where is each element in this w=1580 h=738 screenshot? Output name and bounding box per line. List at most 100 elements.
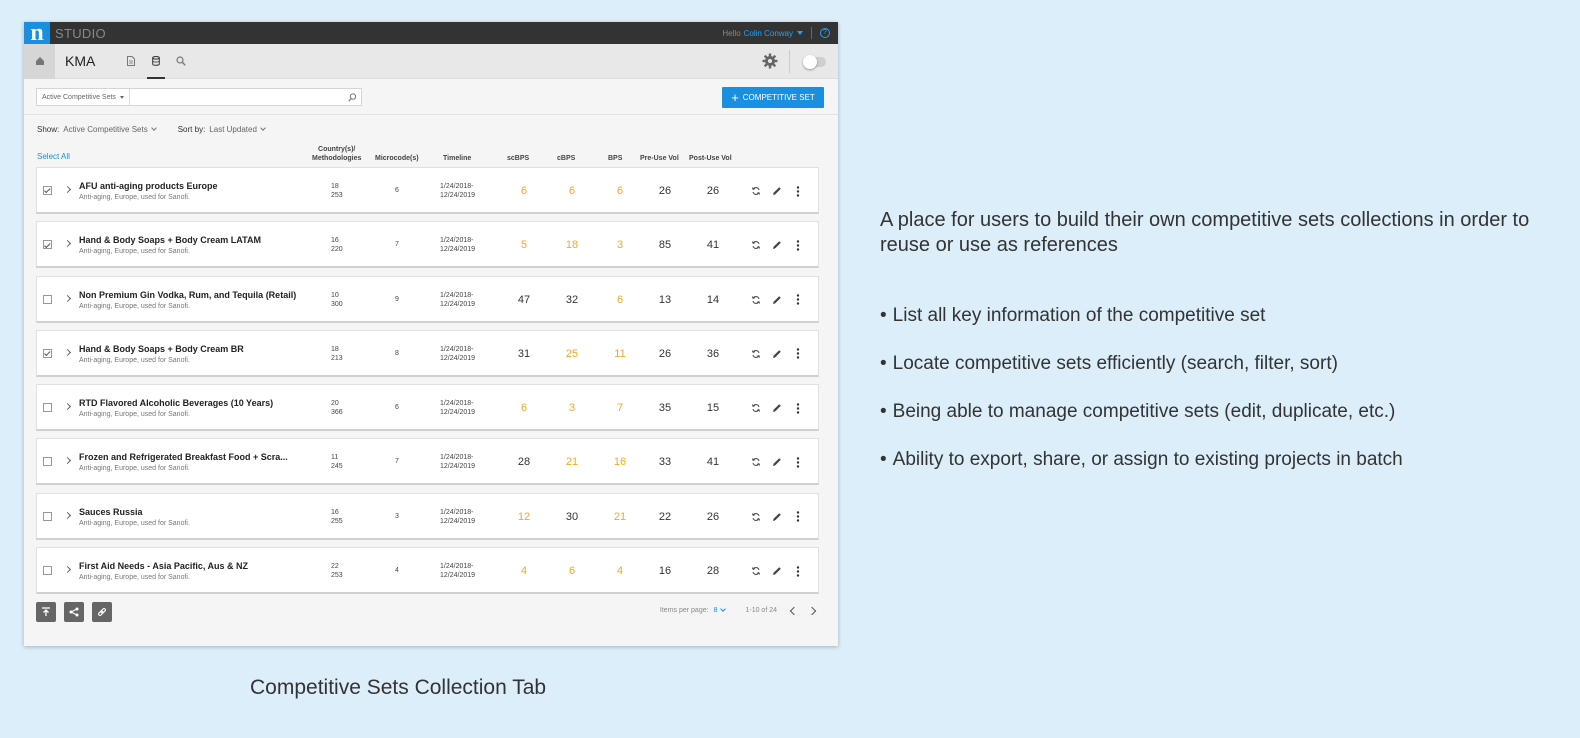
expand-chevron-icon[interactable]: [63, 294, 72, 302]
expand-chevron-icon[interactable]: [63, 403, 72, 411]
col-microcode[interactable]: Microcode(s): [375, 154, 419, 163]
timeline-start: 1/24/2018-: [440, 563, 474, 571]
set-name[interactable]: Sauces Russia: [79, 507, 305, 517]
export-button[interactable]: [36, 602, 56, 622]
tab-documents[interactable]: [120, 44, 142, 79]
row-checkbox[interactable]: [43, 511, 52, 521]
select-all-link[interactable]: Select All: [37, 152, 70, 161]
timeline-cell: 1/24/2018- 12/24/2019: [440, 345, 475, 363]
duplicate-button[interactable]: [749, 293, 763, 307]
edit-button[interactable]: [770, 564, 784, 578]
tab-database[interactable]: [145, 44, 167, 79]
methodology-count: 213: [331, 354, 343, 362]
col-post-use-vol[interactable]: Post-Use Vol: [689, 154, 732, 163]
checkmark-icon: [44, 241, 51, 248]
duplicate-button[interactable]: [749, 347, 763, 361]
view-toggle[interactable]: [803, 55, 826, 69]
sort-dropdown[interactable]: Last Updated: [209, 125, 266, 134]
expand-chevron-icon[interactable]: [63, 457, 72, 465]
duplicate-button[interactable]: [749, 238, 763, 252]
chevron-down-icon: [150, 125, 157, 131]
duplicate-icon: [751, 241, 761, 250]
scbps-cell: 6: [520, 185, 528, 197]
edit-button[interactable]: [770, 184, 784, 198]
user-area: Hello Colin Conway ?: [722, 22, 830, 44]
edit-button[interactable]: [770, 455, 784, 469]
edit-button[interactable]: [770, 238, 784, 252]
duplicate-button[interactable]: [749, 564, 763, 578]
expand-chevron-icon[interactable]: [63, 511, 72, 519]
table-row[interactable]: AFU anti-aging products Europe Anti-aging…: [36, 167, 819, 214]
settings-button[interactable]: [762, 53, 778, 74]
more-button[interactable]: [791, 564, 805, 578]
expand-chevron-icon[interactable]: [63, 348, 72, 356]
country-count: 16: [331, 237, 339, 245]
table-row[interactable]: Frozen and Refrigerated Breakfast Food +…: [36, 438, 819, 486]
more-button[interactable]: [791, 293, 805, 307]
user-menu[interactable]: Colin Conway: [744, 29, 793, 38]
more-button[interactable]: [791, 455, 805, 469]
previous-page-button[interactable]: [789, 606, 799, 615]
table-row[interactable]: Non Premium Gin Vodka, Rum, and Tequila …: [36, 275, 819, 323]
row-checkbox[interactable]: [43, 186, 52, 195]
expand-chevron-icon[interactable]: [63, 566, 72, 574]
row-checkbox[interactable]: [43, 348, 52, 358]
table-row[interactable]: Hand & Body Soaps + Body Cream BR Anti-ag…: [36, 329, 819, 377]
col-bps[interactable]: BPS: [608, 154, 622, 163]
more-button[interactable]: [791, 510, 805, 524]
nav-divider: [789, 50, 790, 73]
pre-cell: 26: [658, 347, 672, 360]
set-name[interactable]: Frozen and Refrigerated Breakfast Food +…: [79, 452, 305, 462]
col-scbps[interactable]: scBPS: [507, 154, 529, 163]
expand-chevron-icon[interactable]: [63, 185, 72, 194]
search-button[interactable]: [343, 92, 361, 102]
search-scope-dropdown[interactable]: Active Competitive Sets: [37, 89, 130, 105]
row-checkbox[interactable]: [43, 240, 52, 250]
help-icon[interactable]: ?: [820, 28, 830, 38]
set-name[interactable]: Non Premium Gin Vodka, Rum, and Tequila …: [79, 290, 305, 300]
set-name[interactable]: AFU anti-aging products Europe: [79, 181, 305, 191]
col-country[interactable]: Country(s)/ Methodologies: [312, 145, 361, 163]
set-name[interactable]: RTD Flavored Alcoholic Beverages (10 Yea…: [79, 398, 305, 408]
add-competitive-set-button[interactable]: + COMPETITIVE SET: [722, 87, 824, 108]
table-row[interactable]: Sauces Russia Anti-aging, Europe, used fo…: [36, 492, 819, 540]
items-per-page-dropdown[interactable]: 8: [714, 606, 727, 614]
col-timeline[interactable]: Timeline: [443, 154, 471, 163]
row-checkbox[interactable]: [43, 294, 52, 304]
share-button[interactable]: [64, 602, 84, 622]
duplicate-button[interactable]: [749, 184, 763, 198]
tab-search[interactable]: [170, 44, 192, 79]
next-page-button[interactable]: [807, 606, 817, 615]
edit-button[interactable]: [770, 401, 784, 415]
edit-button[interactable]: [770, 510, 784, 524]
set-name[interactable]: Hand & Body Soaps + Body Cream LATAM: [79, 235, 305, 245]
edit-button[interactable]: [770, 293, 784, 307]
edit-button[interactable]: [770, 347, 784, 361]
set-description: Anti-aging, Europe, used for Sanofi.: [79, 356, 190, 364]
more-button[interactable]: [791, 238, 805, 252]
table-row[interactable]: First Aid Needs - Asia Pacific, Aus & NZ…: [36, 547, 819, 595]
link-button[interactable]: [92, 602, 112, 622]
row-checkbox[interactable]: [43, 457, 52, 467]
row-checkbox[interactable]: [43, 403, 52, 413]
set-name[interactable]: First Aid Needs - Asia Pacific, Aus & NZ: [79, 561, 305, 571]
show-dropdown[interactable]: Active Competitive Sets: [63, 125, 157, 134]
more-button[interactable]: [791, 184, 805, 198]
user-caret-icon[interactable]: [797, 31, 803, 35]
more-button[interactable]: [791, 347, 805, 361]
table-row[interactable]: Hand & Body Soaps + Body Cream LATAM Anti…: [36, 221, 819, 269]
expand-chevron-icon[interactable]: [63, 240, 72, 248]
post-cell: 15: [706, 402, 720, 415]
duplicate-button[interactable]: [749, 401, 763, 415]
col-pre-use-vol[interactable]: Pre-Use Vol: [640, 154, 679, 163]
table-row[interactable]: RTD Flavored Alcoholic Beverages (10 Yea…: [36, 384, 819, 432]
row-checkbox[interactable]: [43, 566, 52, 576]
col-cbps[interactable]: cBPS: [557, 154, 575, 163]
duplicate-button[interactable]: [749, 455, 763, 469]
home-button[interactable]: [24, 43, 55, 79]
duplicate-button[interactable]: [749, 510, 763, 524]
brand-label: STUDIO: [55, 25, 106, 41]
more-button[interactable]: [791, 401, 805, 415]
set-name[interactable]: Hand & Body Soaps + Body Cream BR: [79, 344, 305, 354]
search-input[interactable]: [129, 89, 343, 105]
